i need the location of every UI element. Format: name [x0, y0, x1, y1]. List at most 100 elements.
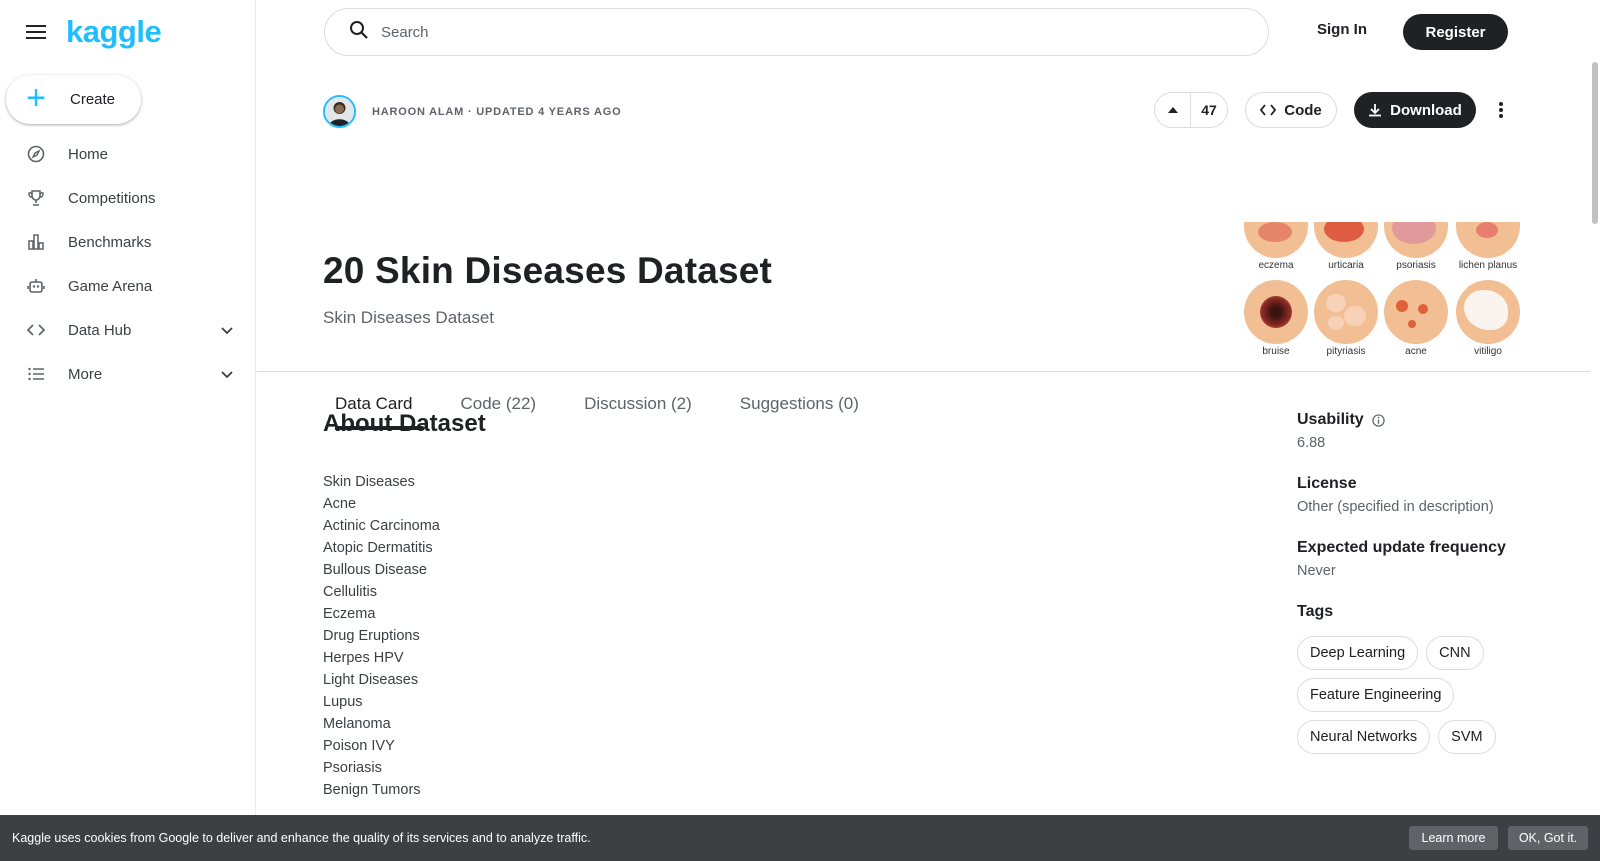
frequency-heading: Expected update frequency [1297, 539, 1506, 556]
search-input[interactable] [381, 23, 1201, 41]
list-item: Eczema [323, 606, 376, 622]
thumbnail-tile: lichen planus [1456, 222, 1520, 271]
metadata-panel: Usability 6.88 License Other (specified … [1297, 410, 1557, 762]
about-section: About Dataset Skin Diseases Acne Actinic… [323, 410, 486, 801]
dataset-byline: HAROON ALAM · UPDATED 4 YEARS AGO [372, 106, 622, 118]
cookie-banner: Kaggle uses cookies from Google to deliv… [0, 815, 1600, 861]
bar-chart-icon [26, 232, 46, 252]
tag-list: Deep Learning CNN Feature Engineering Ne… [1297, 636, 1517, 762]
license-heading: License [1297, 475, 1357, 492]
list-item: Actinic Carcinoma [323, 518, 440, 534]
tab-discussion[interactable]: Discussion (2) [572, 394, 704, 430]
thumbnail-caption: lichen planus [1458, 260, 1518, 271]
menu-icon[interactable] [24, 20, 48, 44]
code-icon [26, 320, 46, 340]
sidebar-item-label: Benchmarks [68, 233, 152, 251]
skin-illustration [1384, 222, 1448, 258]
sidebar-item-competitions[interactable]: Competitions [0, 176, 255, 220]
kaggle-logo[interactable]: kaggle [66, 14, 162, 50]
thumbnail-caption: vitiligo [1474, 346, 1502, 357]
chevron-down-icon[interactable] [219, 366, 235, 382]
search-bar[interactable] [324, 8, 1269, 56]
list-item: Drug Eruptions [323, 628, 420, 644]
sidebar-item-label: Game Arena [68, 277, 153, 295]
sidebar-item-game-arena[interactable]: Game Arena [0, 264, 255, 308]
thumbnail-tile: vitiligo [1456, 280, 1520, 357]
list-item: Bullous Disease [323, 562, 427, 578]
download-label: Download [1390, 101, 1462, 119]
skin-illustration [1244, 222, 1308, 258]
skin-illustration [1456, 222, 1520, 258]
sidebar-item-label: Home [68, 145, 109, 163]
upvote-widget: 47 [1154, 92, 1228, 128]
tag-chip[interactable]: Feature Engineering [1297, 678, 1455, 712]
more-vert-icon[interactable] [1489, 98, 1513, 122]
tab-suggestions[interactable]: Suggestions (0) [728, 394, 871, 430]
trophy-icon [26, 188, 46, 208]
usability-heading: Usability [1297, 410, 1557, 430]
list-item: Skin Diseases [323, 474, 415, 490]
skin-illustration [1314, 222, 1378, 258]
list-item: Melanoma [323, 716, 391, 732]
register-button[interactable]: Register [1403, 14, 1508, 50]
thumbnail-tile: eczema [1244, 222, 1308, 271]
thumbnail-caption: eczema [1258, 260, 1294, 271]
tag-chip[interactable]: Deep Learning [1297, 636, 1419, 670]
thumbnail-caption: acne [1405, 346, 1427, 357]
avatar[interactable] [323, 95, 356, 128]
thumbnail-caption: psoriasis [1396, 260, 1436, 271]
list-item: Poison IVY [323, 738, 395, 754]
cookie-text: Kaggle uses cookies from Google to deliv… [12, 831, 591, 845]
plus-icon: + [26, 79, 46, 117]
compass-icon [26, 144, 46, 164]
tag-chip[interactable]: CNN [1426, 636, 1484, 670]
sidebar-item-label: Competitions [68, 189, 156, 207]
list-item: Atopic Dermatitis [323, 540, 433, 556]
thumbnail-tile: bruise [1244, 280, 1308, 357]
thumbnail-tile: acne [1384, 280, 1448, 357]
tags-heading: Tags [1297, 603, 1334, 620]
list-item: Cellulitis [323, 584, 377, 600]
sidebar-item-more[interactable]: More [0, 352, 255, 396]
chevron-down-icon[interactable] [219, 322, 235, 338]
sidebar-item-label: Data Hub [68, 321, 132, 339]
skin-illustration [1314, 280, 1378, 344]
usability-label: Usability [1297, 411, 1364, 428]
usability-value: 6.88 [1297, 435, 1326, 451]
caret-up-icon [1167, 107, 1178, 113]
ok-got-it-button[interactable]: OK, Got it. [1508, 826, 1588, 850]
sidebar-item-benchmarks[interactable]: Benchmarks [0, 220, 255, 264]
sidebar-item-home[interactable]: Home [0, 132, 255, 176]
tag-chip[interactable]: SVM [1438, 720, 1496, 754]
create-button[interactable]: + Create [6, 75, 141, 124]
sign-in-link[interactable]: Sign In [1317, 21, 1367, 38]
tag-chip[interactable]: Neural Networks [1297, 720, 1431, 754]
upvote-button[interactable] [1155, 93, 1191, 127]
learn-more-button[interactable]: Learn more [1409, 826, 1498, 850]
list-item: Acne [323, 496, 357, 512]
list-item: Benign Tumors [323, 782, 421, 798]
sidebar-item-data-hub[interactable]: Data Hub [0, 308, 255, 352]
skin-illustration [1384, 280, 1448, 344]
main-content: Sign In Register HAROON ALAM · UPDATED 4… [257, 0, 1590, 861]
robot-icon [26, 276, 46, 296]
dataset-thumbnail: eczema urticaria psoriasis lichen planus… [1244, 222, 1534, 362]
thumbnail-tile: psoriasis [1384, 222, 1448, 271]
skin-illustration [1456, 280, 1520, 344]
info-icon[interactable] [1372, 413, 1385, 427]
scrollbar[interactable] [1592, 62, 1598, 224]
list-item: Herpes HPV [323, 650, 404, 666]
frequency-value: Never [1297, 563, 1336, 579]
dataset-header: HAROON ALAM · UPDATED 4 YEARS AGO 47 Cod… [257, 64, 1590, 430]
thumbnail-caption: pityriasis [1326, 346, 1366, 357]
code-icon [1260, 104, 1277, 116]
list-item: Psoriasis [323, 760, 382, 776]
download-button[interactable]: Download [1354, 92, 1476, 128]
list-item: Light Diseases [323, 672, 419, 688]
upvote-count: 47 [1201, 102, 1217, 118]
sidebar-header: kaggle [0, 0, 255, 64]
top-bar: Sign In Register [257, 0, 1590, 64]
code-button[interactable]: Code [1245, 92, 1337, 128]
create-label: Create [70, 91, 116, 108]
sidebar: kaggle + Create Home Competitions Benchm… [0, 0, 256, 861]
